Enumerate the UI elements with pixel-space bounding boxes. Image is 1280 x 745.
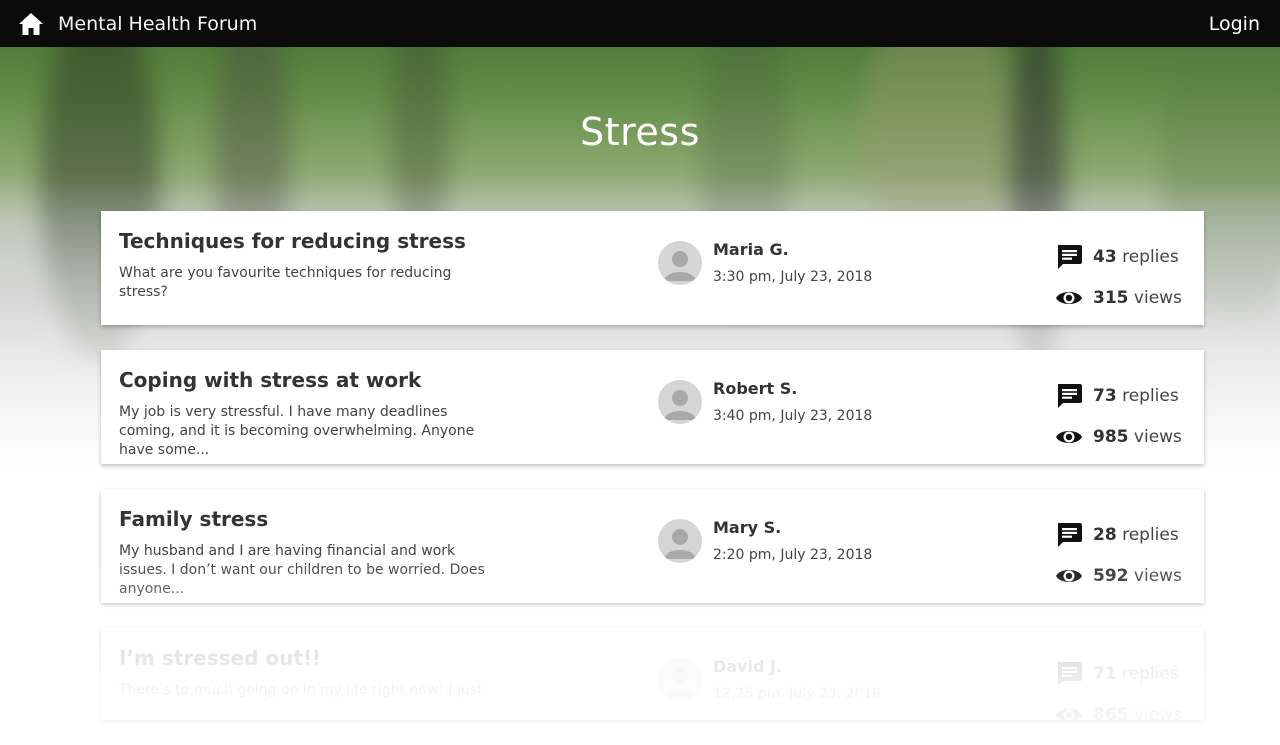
post-timestamp: 12:25 pm, July 23, 2018 xyxy=(713,686,882,702)
brand-title[interactable]: Mental Health Forum xyxy=(58,13,257,35)
replies-count: 73 xyxy=(1093,385,1117,406)
chat-bubble-icon xyxy=(1058,522,1082,547)
thread-excerpt: My job is very stressful. I have many de… xyxy=(119,404,475,458)
thread-title[interactable]: I’m stressed out!! xyxy=(119,644,499,672)
thread-card[interactable]: Family stress My husband and I are havin… xyxy=(101,489,1204,603)
views-label: views xyxy=(1133,704,1182,721)
author-name[interactable]: Maria G. xyxy=(713,240,872,259)
replies-label: replies xyxy=(1122,524,1179,545)
user-avatar-icon xyxy=(658,657,702,702)
replies-label: replies xyxy=(1122,246,1179,267)
thread-title[interactable]: Family stress xyxy=(119,505,499,533)
author-name[interactable]: Mary S. xyxy=(713,518,872,537)
eye-icon xyxy=(1056,708,1082,720)
thread-excerpt: There’s to much going on in my life righ… xyxy=(119,682,483,698)
thread-title[interactable]: Coping with stress at work xyxy=(119,366,499,394)
thread-list: Techniques for reducing stress What are … xyxy=(101,211,1204,745)
views-stat: 985 views xyxy=(1055,416,1182,457)
views-count: 592 xyxy=(1093,565,1129,586)
page-title: Stress xyxy=(580,110,700,154)
thread-card[interactable]: Techniques for reducing stress What are … xyxy=(101,211,1204,325)
replies-count: 28 xyxy=(1093,524,1117,545)
replies-count: 71 xyxy=(1093,663,1117,684)
views-stat: 315 views xyxy=(1055,277,1182,318)
replies-stat: 28 replies xyxy=(1055,514,1182,555)
login-link[interactable]: Login xyxy=(1209,13,1260,35)
thread-card[interactable]: I’m stressed out!! There’s to much going… xyxy=(101,628,1204,720)
views-count: 985 xyxy=(1093,426,1129,447)
thread-stats: 43 replies 315 views xyxy=(1055,236,1182,318)
views-stat: 865 views xyxy=(1055,694,1182,720)
thread-author: Mary S. 2:20 pm, July 23, 2018 xyxy=(658,518,872,563)
post-timestamp: 2:20 pm, July 23, 2018 xyxy=(713,547,873,563)
user-avatar-icon xyxy=(658,379,702,424)
replies-label: replies xyxy=(1122,385,1179,406)
chat-bubble-icon xyxy=(1058,244,1082,269)
author-name[interactable]: Robert S. xyxy=(713,379,872,398)
author-name[interactable]: David J. xyxy=(713,657,881,676)
home-icon[interactable] xyxy=(18,12,44,36)
eye-icon xyxy=(1056,569,1082,582)
views-label: views xyxy=(1133,287,1182,308)
replies-stat: 43 replies xyxy=(1055,236,1182,277)
brand[interactable]: Mental Health Forum xyxy=(18,12,257,36)
thread-author: Maria G. 3:30 pm, July 23, 2018 xyxy=(658,240,872,285)
replies-label: replies xyxy=(1122,663,1179,684)
views-label: views xyxy=(1133,426,1182,447)
thread-stats: 28 replies 592 views xyxy=(1055,514,1182,596)
thread-stats: 71 replies 865 views xyxy=(1055,653,1182,720)
thread-excerpt: My husband and I are having financial an… xyxy=(119,543,485,597)
post-timestamp: 3:30 pm, July 23, 2018 xyxy=(713,269,873,285)
views-label: views xyxy=(1133,565,1182,586)
replies-stat: 73 replies xyxy=(1055,375,1182,416)
eye-icon xyxy=(1056,430,1082,443)
replies-stat: 71 replies xyxy=(1055,653,1182,694)
top-navbar: Mental Health Forum Login xyxy=(0,0,1280,47)
views-stat: 592 views xyxy=(1055,555,1182,596)
chat-bubble-icon xyxy=(1058,383,1082,408)
thread-author: Robert S. 3:40 pm, July 23, 2018 xyxy=(658,379,872,424)
thread-title[interactable]: Techniques for reducing stress xyxy=(119,227,499,255)
thread-excerpt: What are you favourite techniques for re… xyxy=(119,265,452,300)
views-count: 865 xyxy=(1093,704,1129,721)
user-avatar-icon xyxy=(658,240,702,285)
views-count: 315 xyxy=(1093,287,1129,308)
replies-count: 43 xyxy=(1093,246,1117,267)
chat-bubble-icon xyxy=(1058,661,1082,686)
eye-icon xyxy=(1056,291,1082,304)
thread-stats: 73 replies 985 views xyxy=(1055,375,1182,457)
post-timestamp: 3:40 pm, July 23, 2018 xyxy=(713,408,873,424)
thread-author: David J. 12:25 pm, July 23, 2018 xyxy=(658,657,881,702)
user-avatar-icon xyxy=(658,518,702,563)
thread-card[interactable]: Coping with stress at work My job is ver… xyxy=(101,350,1204,464)
